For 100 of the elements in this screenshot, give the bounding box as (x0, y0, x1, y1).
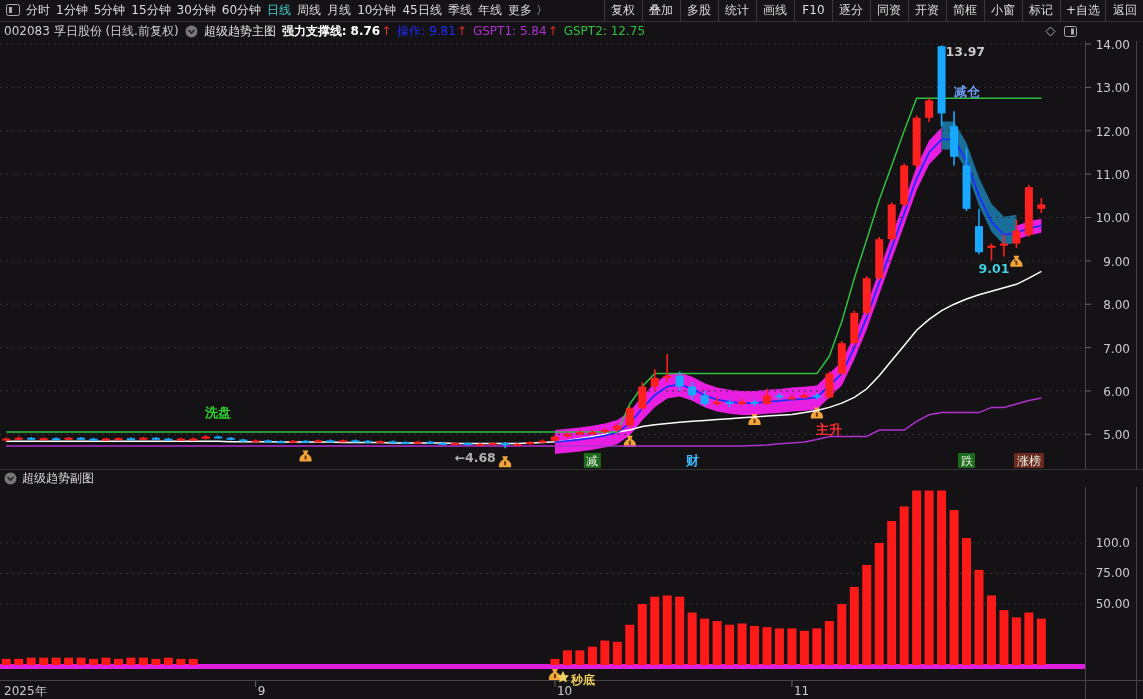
candlestick (376, 439, 385, 444)
candlestick (700, 390, 709, 407)
panel-icon[interactable] (1064, 25, 1077, 37)
candlestick (251, 438, 260, 443)
histogram-bar (76, 657, 86, 665)
axis-label: 9 (257, 684, 266, 698)
histogram-bar (176, 658, 186, 665)
chart-label: ←4.68 (454, 450, 496, 466)
up-arrow: ↑ (456, 24, 467, 39)
candlestick (575, 429, 584, 437)
period-tab[interactable]: 1分钟 (53, 0, 91, 21)
diamond-icon[interactable] (1045, 25, 1056, 37)
candlestick (276, 439, 285, 444)
candlestick (837, 340, 846, 377)
candlestick (314, 438, 322, 444)
panel-toggle-icon[interactable] (6, 4, 20, 17)
histogram-bar (138, 657, 148, 665)
candlestick (625, 405, 634, 429)
histogram-bar (151, 658, 161, 665)
candlestick (900, 162, 909, 208)
candlestick (189, 436, 198, 442)
money-bag-icon (299, 450, 312, 462)
histogram-bar (1024, 612, 1034, 665)
candlestick (763, 387, 771, 406)
candlestick (812, 392, 821, 401)
candlestick (588, 429, 597, 436)
histogram-bar (14, 658, 24, 665)
candlestick (725, 398, 734, 409)
candlestick (426, 440, 435, 445)
period-tab[interactable]: 45日线 (399, 0, 445, 21)
histogram-bar (39, 657, 49, 665)
candlestick (488, 441, 497, 446)
candlestick (114, 436, 123, 441)
period-tab[interactable]: 月线 (324, 0, 355, 21)
chart-label: 9.01 (978, 261, 1010, 276)
signal-tag: 跌 (958, 453, 975, 468)
candlestick (999, 234, 1008, 258)
histogram-bar (612, 641, 622, 665)
candlestick (713, 396, 722, 407)
collapse-icon[interactable] (4, 472, 17, 485)
period-tab[interactable]: 周线 (294, 0, 325, 21)
candlestick (825, 370, 834, 400)
money-bag-icon (623, 435, 636, 447)
chart-label: 减仓 (953, 84, 980, 100)
candlestick (338, 438, 347, 443)
candlestick (126, 436, 135, 441)
period-tab[interactable]: 10分钟 (354, 0, 400, 21)
money-bag-icon (1010, 255, 1023, 267)
histogram-bar (89, 658, 99, 665)
candlestick (501, 441, 510, 449)
signal-tag: 涨榜 (1013, 453, 1044, 468)
candlestick (39, 436, 48, 441)
candlestick (289, 439, 298, 444)
period-tab[interactable]: 5分钟 (90, 0, 129, 21)
candlestick (102, 436, 110, 442)
candlestick (89, 436, 98, 442)
candlestick (451, 441, 460, 446)
candlestick (600, 427, 609, 435)
period-tab[interactable]: 15分钟 (128, 0, 174, 21)
histogram-bar (700, 618, 710, 665)
histogram-bar (750, 625, 759, 665)
period-tab[interactable]: 季线 (444, 0, 475, 21)
axis-label: 7.00 (1103, 341, 1130, 356)
candlestick (401, 440, 410, 445)
histogram-bar (1036, 618, 1046, 665)
period-tab[interactable]: 日线 (264, 0, 295, 21)
collapse-icon[interactable] (184, 24, 198, 38)
histogram-bar (163, 657, 173, 665)
candlestick (326, 438, 335, 443)
candlestick (738, 397, 747, 407)
candlestick (675, 370, 684, 392)
period-tab[interactable]: 更多 〉 (504, 0, 551, 21)
candlestick (201, 434, 210, 441)
axis-label: 11 (793, 684, 810, 698)
up-arrow: ↑ (547, 24, 558, 39)
histogram-bar (650, 596, 660, 665)
histogram-bar (799, 630, 809, 665)
candlestick (750, 398, 759, 407)
histogram-bar (1, 658, 11, 665)
period-tab[interactable]: 分时 (23, 0, 53, 21)
axis-label: 100.0 (1095, 536, 1130, 550)
period-tab[interactable]: 30分钟 (173, 0, 219, 21)
histogram-bar (737, 623, 747, 665)
candlestick (563, 431, 572, 439)
histogram-bar (126, 657, 136, 665)
candlestick (438, 441, 447, 446)
money-bag-icon (748, 414, 761, 426)
signal-tag: 财 (685, 453, 699, 468)
axis-label: 10.00 (1095, 211, 1130, 226)
candlestick (613, 422, 622, 433)
histogram-bar (999, 610, 1009, 665)
axis-label: 14.00 (1095, 38, 1130, 53)
legend-label: 强力支撑线: 8.76 (281, 22, 381, 40)
period-tab[interactable]: 年线 (474, 0, 505, 21)
period-tab[interactable]: 60分钟 (218, 0, 265, 21)
candlestick (2, 436, 11, 441)
histogram-bar (725, 624, 735, 665)
candlestick (226, 436, 235, 442)
candlestick (301, 439, 310, 444)
candlestick (351, 438, 360, 443)
